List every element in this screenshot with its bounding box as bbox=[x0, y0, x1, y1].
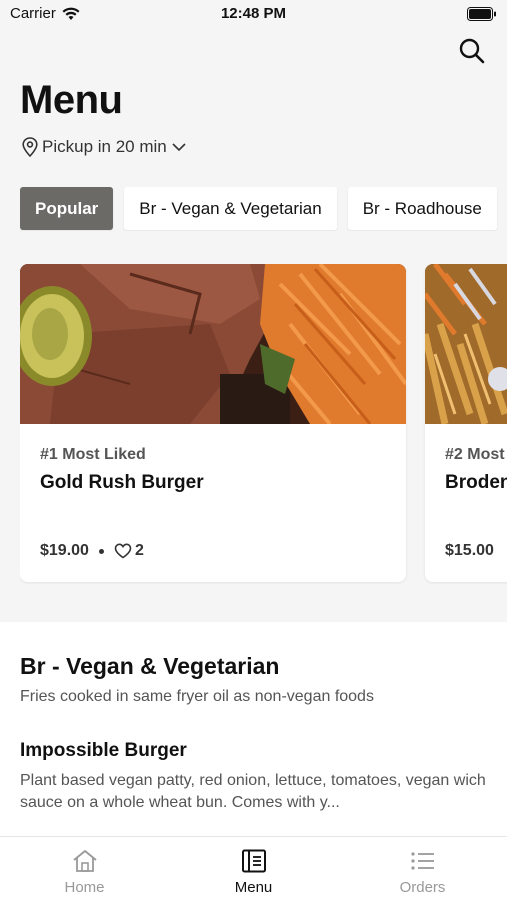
separator-dot bbox=[98, 548, 104, 554]
menu-book-icon bbox=[241, 849, 266, 873]
popular-carousel: #1 Most Liked Gold Rush Burger $19.00 2 … bbox=[20, 264, 507, 584]
card-likes-count: 2 bbox=[134, 542, 144, 559]
pickup-selector[interactable]: Pickup in 20 min bbox=[22, 137, 187, 157]
popular-card[interactable]: #1 Most Liked Gold Rush Burger $19.00 2 bbox=[20, 264, 406, 582]
card-price: $15.00 bbox=[445, 542, 494, 559]
card-likes[interactable]: 2 bbox=[114, 542, 144, 560]
menu-item-description[interactable]: Plant based vegan patty, red onion, lett… bbox=[20, 770, 490, 814]
card-meta: $19.00 2 bbox=[40, 542, 144, 560]
popular-card[interactable]: #2 Most Liked Broden $15.00 bbox=[425, 264, 507, 582]
category-chip-popular[interactable]: Popular bbox=[20, 187, 114, 230]
search-icon bbox=[459, 38, 485, 64]
location-pin-icon bbox=[22, 137, 38, 157]
card-meta: $15.00 bbox=[445, 542, 494, 560]
battery-icon bbox=[467, 7, 497, 25]
pickup-label: Pickup in 20 min bbox=[42, 137, 167, 156]
tab-home-label: Home bbox=[64, 879, 105, 896]
page-title: Menu bbox=[20, 78, 123, 122]
list-icon bbox=[410, 852, 434, 870]
heart-icon bbox=[114, 543, 132, 559]
home-icon bbox=[72, 850, 97, 872]
card-rank: #1 Most Liked bbox=[40, 446, 146, 463]
section-description: Fries cooked in same fryer oil as non-ve… bbox=[20, 688, 374, 705]
category-section: Br - Vegan & Vegetarian Fries cooked in … bbox=[0, 622, 507, 836]
clock: 12:48 PM bbox=[220, 5, 287, 22]
card-price: $19.00 bbox=[40, 542, 89, 559]
category-chip-vegan-vegetarian[interactable]: Br - Vegan & Vegetarian bbox=[124, 187, 337, 230]
tab-bar: Home Menu Orders bbox=[0, 836, 507, 900]
search-button[interactable] bbox=[457, 36, 487, 66]
tab-menu-label: Menu bbox=[234, 879, 273, 896]
card-item-name: Gold Rush Burger bbox=[40, 472, 204, 493]
tab-home[interactable]: Home bbox=[0, 837, 169, 900]
section-title: Br - Vegan & Vegetarian bbox=[20, 653, 280, 679]
category-chip-roadhouse[interactable]: Br - Roadhouse bbox=[347, 187, 497, 230]
category-chips: Popular Br - Vegan & Vegetarian Br - Roa… bbox=[20, 187, 507, 231]
burger-photo bbox=[20, 264, 406, 424]
tab-orders-label: Orders bbox=[399, 879, 446, 896]
menu-item-name[interactable]: Impossible Burger bbox=[20, 740, 187, 762]
chevron-down-icon bbox=[172, 143, 186, 152]
card-rank: #2 Most Liked bbox=[445, 446, 507, 463]
fries-photo bbox=[425, 264, 507, 424]
tab-menu[interactable]: Menu bbox=[169, 837, 338, 900]
tab-orders[interactable]: Orders bbox=[338, 837, 507, 900]
status-bar: Carrier 12:48 PM bbox=[0, 0, 507, 28]
card-item-name: Broden bbox=[445, 472, 507, 493]
